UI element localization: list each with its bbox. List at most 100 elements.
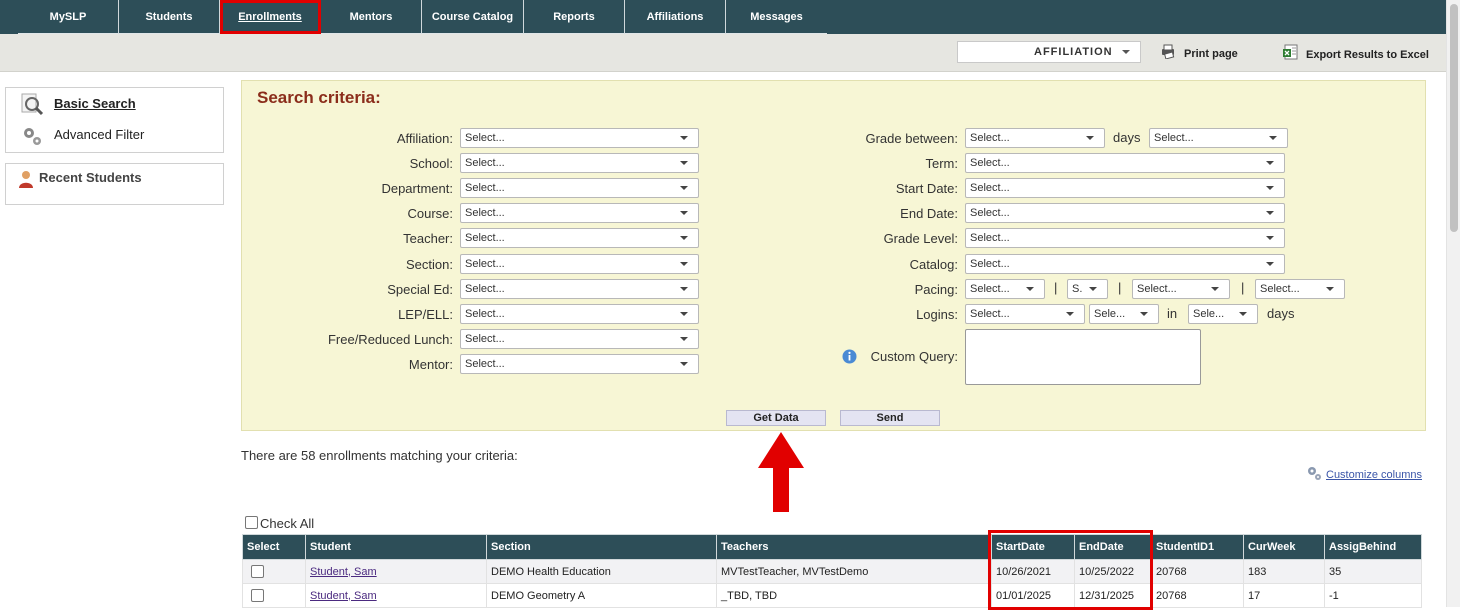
mentor-label: Mentor:: [408, 357, 453, 372]
send-button[interactable]: Send: [840, 410, 940, 426]
customize-columns-link[interactable]: Customize columns: [1306, 465, 1422, 484]
row-select-cell: [242, 583, 306, 608]
section-cell: DEMO Health Education: [486, 559, 717, 584]
course-select[interactable]: Select...: [460, 203, 699, 223]
pacing-separator-1: |: [1054, 280, 1058, 295]
gears-icon: [20, 124, 44, 153]
col-student-id[interactable]: StudentID1: [1151, 534, 1244, 560]
scrollbar-thumb[interactable]: [1450, 4, 1458, 232]
assig-behind-cell: -1: [1324, 583, 1422, 608]
printer-icon: [1160, 43, 1178, 65]
top-nav: MySLP Students Enrollments Mentors Cours…: [0, 0, 1446, 34]
recent-students-panel: Recent Students: [5, 163, 224, 205]
teacher-select[interactable]: Select...: [460, 228, 699, 248]
logins-days-select[interactable]: Sele...: [1188, 304, 1258, 324]
check-all[interactable]: Check All: [245, 516, 314, 531]
nav-tab-messages[interactable]: Messages: [726, 0, 827, 34]
logins-label: Logins:: [916, 307, 958, 322]
row-checkbox[interactable]: [251, 565, 264, 578]
row-checkbox[interactable]: [251, 589, 264, 602]
page-scrollbar[interactable]: [1446, 0, 1460, 607]
pacing-select-4[interactable]: Select...: [1255, 279, 1345, 299]
logins-select-2[interactable]: Sele...: [1089, 304, 1159, 324]
logins-select-1[interactable]: Select...: [965, 304, 1085, 324]
results-count-text: There are 58 enrollments matching your c…: [241, 448, 518, 463]
pacing-separator-3: |: [1241, 280, 1245, 295]
grade-between-select[interactable]: Select...: [965, 128, 1105, 148]
info-icon[interactable]: [842, 349, 857, 369]
col-teachers[interactable]: Teachers: [716, 534, 992, 560]
pacing-select-1[interactable]: Select...: [965, 279, 1045, 299]
section-label: Section:: [406, 257, 453, 272]
get-data-button[interactable]: Get Data: [726, 410, 826, 426]
nav-tab-course-catalog[interactable]: Course Catalog: [422, 0, 524, 34]
col-start-date[interactable]: StartDate: [991, 534, 1075, 560]
affiliation-select[interactable]: AFFILIATION: [957, 41, 1141, 63]
student-cell: Student, Sam: [305, 559, 487, 584]
mentor-select[interactable]: Select...: [460, 354, 699, 374]
start-date-cell: 10/26/2021: [991, 559, 1075, 584]
term-select[interactable]: Select...: [965, 153, 1285, 173]
pacing-select-2[interactable]: S.: [1067, 279, 1108, 299]
advanced-filter-link[interactable]: Advanced Filter: [54, 127, 144, 142]
grade-days-select[interactable]: Select...: [1149, 128, 1288, 148]
pacing-label: Pacing:: [914, 282, 958, 297]
magnifier-icon: [20, 93, 46, 122]
grade-level-select[interactable]: Select...: [965, 228, 1285, 248]
recent-students-link[interactable]: Recent Students: [39, 170, 142, 185]
assig-behind-cell: 35: [1324, 559, 1422, 584]
user-icon: [17, 169, 35, 194]
end-date-cell: 10/25/2022: [1074, 559, 1152, 584]
col-section[interactable]: Section: [486, 534, 717, 560]
search-criteria-panel: Search criteria: Affiliation: School: De…: [241, 80, 1426, 431]
basic-search-link[interactable]: Basic Search: [54, 96, 136, 111]
course-label: Course:: [407, 206, 453, 221]
student-link[interactable]: Student, Sam: [310, 566, 377, 578]
end-date-cell: 12/31/2025: [1074, 583, 1152, 608]
print-page-label: Print page: [1184, 47, 1238, 60]
special-ed-label: Special Ed:: [387, 282, 453, 297]
print-page-button[interactable]: Print page: [1160, 43, 1238, 63]
col-select[interactable]: Select: [242, 534, 306, 560]
affiliation-select-field[interactable]: Select...: [460, 128, 699, 148]
department-select[interactable]: Select...: [460, 178, 699, 198]
nav-tabs: MySLP Students Enrollments Mentors Cours…: [18, 0, 827, 34]
custom-query-input[interactable]: [965, 329, 1201, 385]
table-row: Student, Sam DEMO Health Education MVTes…: [242, 559, 1422, 584]
lep-ell-label: LEP/ELL:: [398, 307, 453, 322]
catalog-select[interactable]: Select...: [965, 254, 1285, 274]
affiliation-select-label: AFFILIATION: [1034, 46, 1113, 58]
cur-week-cell: 17: [1243, 583, 1325, 608]
nav-tab-enrollments[interactable]: Enrollments: [220, 0, 321, 34]
search-mode-panel: Basic Search Advanced Filter: [5, 87, 224, 153]
school-select[interactable]: Select...: [460, 153, 699, 173]
pacing-select-3[interactable]: Select...: [1132, 279, 1230, 299]
section-select[interactable]: Select...: [460, 254, 699, 274]
check-all-checkbox[interactable]: [245, 516, 258, 529]
student-link[interactable]: Student, Sam: [310, 590, 377, 602]
toolbar: AFFILIATION Print page Export Results to…: [0, 34, 1446, 72]
nav-tab-mentors[interactable]: Mentors: [321, 0, 422, 34]
in-label: in: [1167, 306, 1178, 321]
section-cell: DEMO Geometry A: [486, 583, 717, 608]
col-student[interactable]: Student: [305, 534, 487, 560]
free-reduced-lunch-select[interactable]: Select...: [460, 329, 699, 349]
affiliation-label: Affiliation:: [396, 131, 453, 146]
export-excel-button[interactable]: Export Results to Excel: [1282, 43, 1429, 63]
end-date-select[interactable]: Select...: [965, 203, 1285, 223]
row-select-cell: [242, 559, 306, 584]
table-header-row: Select Student Section Teachers StartDat…: [242, 534, 1422, 560]
grade-level-label: Grade Level:: [883, 231, 958, 246]
nav-tab-students[interactable]: Students: [119, 0, 220, 34]
nav-tab-myslp[interactable]: MySLP: [18, 0, 119, 34]
lep-ell-select[interactable]: Select...: [460, 304, 699, 324]
col-assig-behind[interactable]: AssigBehind: [1324, 534, 1422, 560]
special-ed-select[interactable]: Select...: [460, 279, 699, 299]
nav-tab-affiliations[interactable]: Affiliations: [625, 0, 726, 34]
free-reduced-lunch-label: Free/Reduced Lunch:: [327, 332, 453, 347]
col-cur-week[interactable]: CurWeek: [1243, 534, 1325, 560]
col-end-date[interactable]: EndDate: [1074, 534, 1152, 560]
nav-tab-reports[interactable]: Reports: [524, 0, 625, 34]
logins-days-label: days: [1267, 306, 1295, 321]
start-date-select[interactable]: Select...: [965, 178, 1285, 198]
